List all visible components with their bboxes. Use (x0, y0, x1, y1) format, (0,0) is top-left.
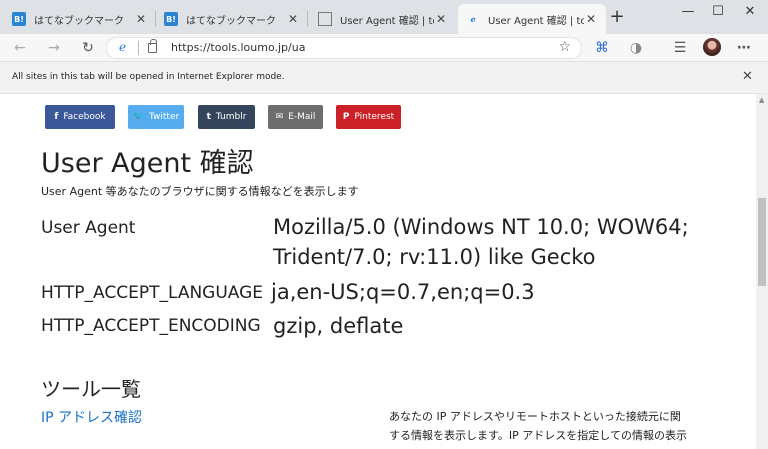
ie-icon: ℯ (470, 14, 476, 24)
tools-heading: ツール一覧 (41, 377, 141, 401)
favorites-icon[interactable]: ☰ (668, 37, 692, 59)
window-close-button[interactable]: ✕ (730, 0, 768, 26)
browser-toolbar: ← → ↻ ℯ https://tools.loumo.jp/ua ☆ ⌘ ◑ … (0, 34, 768, 62)
url-text[interactable]: https://tools.loumo.jp/ua (171, 41, 305, 54)
page-scrollbar[interactable]: ▲ (756, 94, 768, 449)
address-divider (138, 41, 139, 55)
more-menu-icon[interactable]: ⋯ (732, 37, 756, 59)
refresh-button[interactable]: ↻ (76, 37, 100, 59)
share-label: Facebook (63, 112, 106, 122)
tool-description-line: する情報を表示します。IP アドレスを指定しての情報の表示 (389, 429, 687, 442)
pinterest-icon: P (342, 112, 350, 122)
mail-icon: ✉ (275, 112, 284, 122)
tab-user-agent-1[interactable]: User Agent 確認 | tools.lo ✕ (308, 4, 456, 34)
scroll-up-icon[interactable]: ▲ (759, 96, 764, 104)
favorite-star-icon[interactable]: ☆ (558, 39, 571, 55)
close-icon[interactable]: ✕ (434, 12, 448, 26)
address-bar[interactable]: ℯ https://tools.loumo.jp/ua ☆ (106, 37, 582, 59)
translate-icon[interactable]: ⌘ (590, 37, 614, 59)
hatena-bookmark-icon: B! (164, 12, 178, 26)
tab-title: User Agent 確認 | tools.lo (488, 15, 584, 27)
facebook-icon: f (54, 112, 59, 122)
user-agent-label: User Agent (41, 218, 136, 238)
user-agent-value-line1: Mozilla/5.0 (Windows NT 10.0; WOW64; (273, 215, 689, 239)
close-icon[interactable]: ✕ (286, 12, 300, 26)
scrollbar-thumb[interactable] (758, 198, 766, 286)
page-content: f Facebook 🐦 Twitter t Tumblr ✉ E-Mail P… (0, 94, 756, 449)
accept-encoding-label: HTTP_ACCEPT_ENCODING (41, 316, 261, 336)
page-title: User Agent 確認 (41, 148, 254, 179)
infobar-message: All sites in this tab will be opened in … (12, 72, 285, 82)
document-icon (318, 12, 332, 26)
avatar[interactable] (703, 38, 721, 56)
tumblr-icon: t (206, 112, 211, 122)
tab-hatena-1[interactable]: B! はてなブックマーク ✕ (4, 4, 156, 34)
back-button[interactable]: ← (8, 37, 32, 59)
forward-button[interactable]: → (42, 37, 66, 59)
tab-title: はてなブックマーク (34, 15, 124, 27)
share-twitter-button[interactable]: 🐦 Twitter (128, 105, 184, 129)
tab-title: はてなブックマーク (186, 15, 276, 27)
ie-mode-infobar: All sites in this tab will be opened in … (0, 62, 768, 94)
lock-icon[interactable] (148, 39, 157, 53)
accept-language-value: ja,en-US;q=0.7,en;q=0.3 (271, 280, 535, 304)
tab-hatena-2[interactable]: B! はてなブックマーク ✕ (156, 4, 308, 34)
share-pinterest-button[interactable]: P Pinterest (336, 105, 401, 129)
share-label: E-Mail (288, 112, 316, 122)
tab-title: User Agent 確認 | tools.lo (340, 15, 434, 27)
share-facebook-button[interactable]: f Facebook (45, 105, 115, 129)
ie-mode-icon[interactable]: ℯ (119, 40, 126, 54)
hatena-bookmark-icon: B! (12, 12, 26, 26)
tab-user-agent-active[interactable]: ℯ User Agent 確認 | tools.lo ✕ (458, 4, 606, 34)
share-tumblr-button[interactable]: t Tumblr (198, 105, 255, 129)
share-label: Twitter (149, 112, 180, 122)
page-lead: User Agent 等あなたのブラウザに関する情報などを表示します (41, 185, 359, 198)
ip-address-tool-link[interactable]: IP アドレス確認 (41, 407, 142, 427)
tab-strip: B! はてなブックマーク ✕ B! はてなブックマーク ✕ User Agent… (0, 0, 768, 34)
ip-address-tool-description: あなたの IP アドレスやリモートホストといった接続元に関 する情報を表示します… (389, 407, 729, 445)
extension-icon[interactable]: ◑ (624, 37, 648, 59)
accept-language-label: HTTP_ACCEPT_LANGUAGE (41, 283, 264, 303)
share-label: Tumblr (215, 112, 247, 122)
twitter-icon: 🐦 (132, 112, 145, 122)
close-icon[interactable]: ✕ (584, 12, 598, 26)
close-icon[interactable]: ✕ (134, 12, 148, 26)
new-tab-button[interactable]: + (608, 6, 626, 28)
share-label: Pinterest (354, 112, 395, 122)
share-email-button[interactable]: ✉ E-Mail (268, 105, 323, 129)
accept-encoding-value: gzip, deflate (273, 314, 404, 338)
close-icon[interactable]: ✕ (742, 69, 753, 84)
user-agent-value-line2: Trident/7.0; rv:11.0) like Gecko (273, 245, 596, 269)
tool-description-line: あなたの IP アドレスやリモートホストといった接続元に関 (389, 410, 681, 423)
